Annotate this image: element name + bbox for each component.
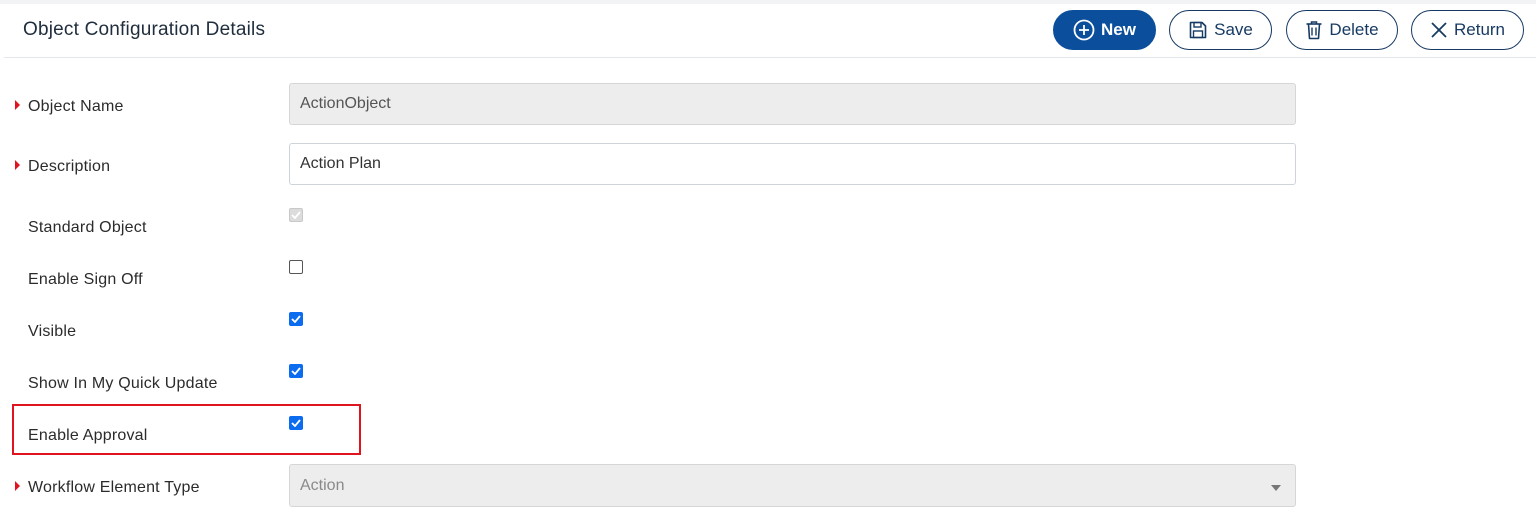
- workflow-element-type-value: Action: [300, 477, 345, 494]
- required-marker: [15, 481, 20, 491]
- standard-object-checkbox: [289, 208, 303, 222]
- required-marker: [15, 100, 20, 110]
- workflow-element-type-select[interactable]: Action: [289, 464, 1296, 507]
- return-button-label: Return: [1453, 20, 1506, 39]
- workflow-element-type-label: Workflow Element Type: [28, 479, 200, 496]
- enable-sign-off-checkbox[interactable]: [289, 260, 303, 274]
- delete-button[interactable]: Delete: [1286, 10, 1398, 50]
- object-name-input[interactable]: [289, 83, 1296, 125]
- enable-approval-checkbox[interactable]: [289, 416, 303, 430]
- floppy-disk-icon: [1188, 20, 1208, 40]
- visible-checkbox[interactable]: [289, 312, 303, 326]
- description-input[interactable]: [289, 143, 1296, 185]
- caret-down-icon: [1271, 485, 1281, 491]
- page-title: Object Configuration Details: [23, 19, 266, 40]
- checkmark-icon: [291, 367, 301, 375]
- new-button[interactable]: New: [1053, 10, 1156, 50]
- visible-label: Visible: [28, 323, 77, 340]
- enable-sign-off-label: Enable Sign Off: [28, 271, 143, 288]
- checkmark-icon: [291, 419, 301, 427]
- enable-approval-label: Enable Approval: [28, 427, 148, 444]
- return-button[interactable]: Return: [1411, 10, 1524, 50]
- checkmark-icon: [291, 315, 301, 323]
- show-in-my-quick-update-checkbox[interactable]: [289, 364, 303, 378]
- required-marker: [15, 160, 20, 170]
- trash-icon: [1305, 20, 1323, 40]
- object-name-label: Object Name: [28, 98, 124, 115]
- standard-object-label: Standard Object: [28, 219, 147, 236]
- page-header: Object Configuration Details New Save De…: [4, 4, 1536, 58]
- new-button-label: New: [1101, 20, 1136, 39]
- save-button[interactable]: Save: [1169, 10, 1272, 50]
- close-icon: [1430, 21, 1448, 39]
- show-in-my-quick-update-label: Show In My Quick Update: [28, 375, 218, 392]
- checkmark-icon: [291, 211, 301, 219]
- delete-button-label: Delete: [1329, 20, 1379, 39]
- description-label: Description: [28, 158, 111, 175]
- plus-circle-icon: [1073, 19, 1095, 41]
- save-button-label: Save: [1214, 20, 1253, 39]
